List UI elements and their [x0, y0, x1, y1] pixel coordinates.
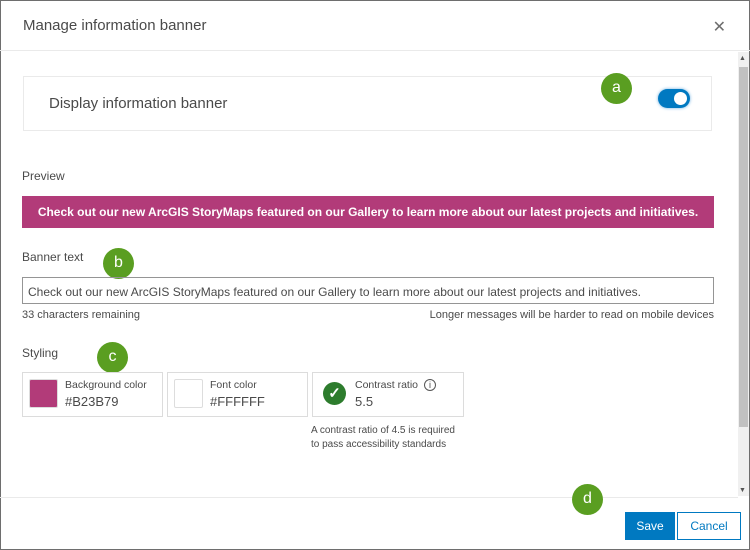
scrollbar[interactable]: ▲ ▼ — [738, 52, 749, 496]
display-banner-toggle[interactable] — [658, 89, 690, 108]
characters-remaining: 33 characters remaining — [22, 309, 141, 321]
callout-a: a — [601, 73, 632, 104]
footer-divider — [0, 497, 738, 498]
info-icon[interactable]: i — [424, 379, 437, 392]
contrast-ratio-value: 5.5 — [355, 394, 374, 409]
banner-text-input[interactable]: Check out our new ArcGIS StoryMaps featu… — [22, 277, 714, 304]
save-button[interactable]: Save — [625, 512, 675, 540]
contrast-ratio-card: ✓ Contrast ratio i 5.5 — [312, 372, 464, 417]
contrast-note-line1: A contrast ratio of 4.5 is required — [311, 425, 455, 436]
background-color-label: Background color — [65, 379, 147, 391]
close-icon[interactable]: ✕ — [713, 17, 726, 37]
scroll-up-icon[interactable]: ▲ — [739, 55, 746, 62]
callout-c: c — [97, 342, 128, 373]
contrast-ratio-label: Contrast ratio — [355, 379, 419, 391]
scrollbar-thumb[interactable] — [739, 67, 748, 427]
mobile-hint: Longer messages will be harder to read o… — [429, 309, 714, 321]
background-color-swatch[interactable] — [29, 379, 58, 408]
banner-preview: Check out our new ArcGIS StoryMaps featu… — [22, 196, 714, 228]
dialog-header: Manage information banner ✕ — [0, 0, 750, 51]
font-color-value: #FFFFFF — [210, 394, 265, 409]
font-color-swatch[interactable] — [174, 379, 203, 408]
font-color-picker[interactable]: Font color #FFFFFF — [167, 372, 308, 417]
display-banner-label: Display information banner — [49, 95, 228, 112]
background-color-value: #B23B79 — [65, 394, 119, 409]
scroll-down-icon[interactable]: ▼ — [739, 487, 746, 494]
callout-d: d — [572, 484, 603, 515]
background-color-picker[interactable]: Background color #B23B79 — [22, 372, 163, 417]
banner-text-label: Banner text — [22, 250, 84, 264]
check-icon: ✓ — [323, 382, 346, 405]
callout-b: b — [103, 248, 134, 279]
font-color-label: Font color — [210, 379, 257, 391]
styling-label: Styling — [22, 346, 59, 360]
preview-label: Preview — [22, 169, 65, 183]
contrast-ratio-heading: Contrast ratio i — [355, 379, 437, 392]
cancel-button[interactable]: Cancel — [677, 512, 741, 540]
dialog-title: Manage information banner — [23, 17, 207, 34]
contrast-note-line2: to pass accessibility standards — [311, 439, 447, 450]
